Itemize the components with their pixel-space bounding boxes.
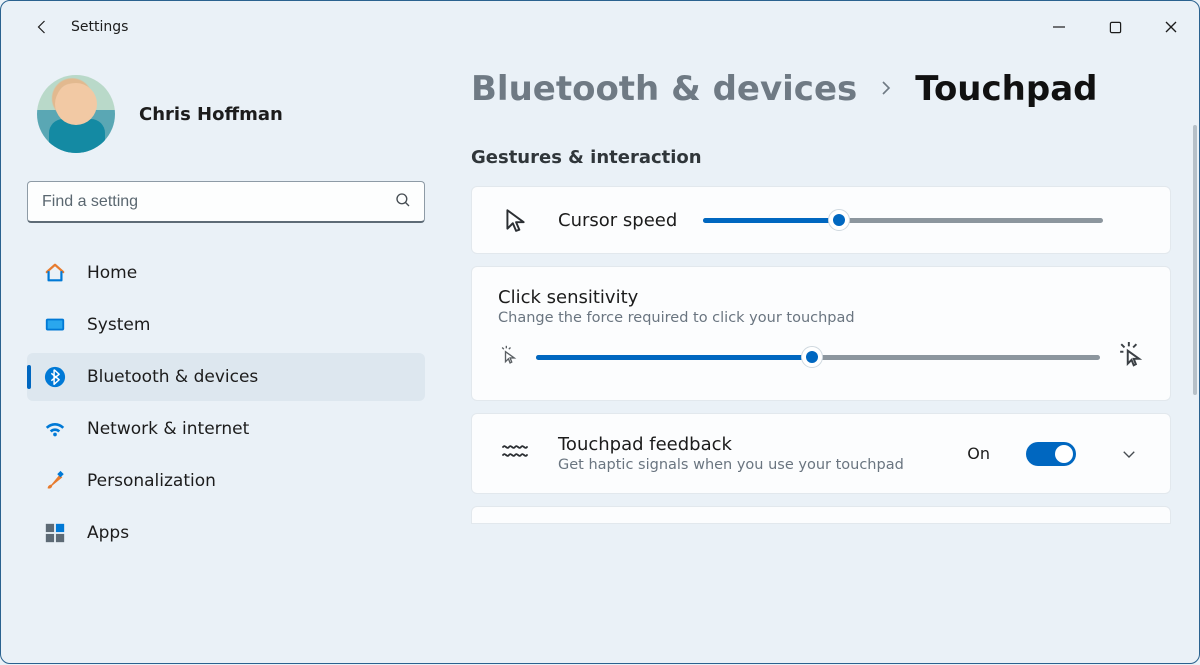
click-sensitivity-card: Click sensitivity Change the force requi…	[471, 266, 1171, 401]
nav-label: Bluetooth & devices	[87, 367, 258, 387]
system-icon	[43, 313, 67, 337]
nav-item-personalization[interactable]: Personalization	[27, 457, 425, 505]
nav-label: Home	[87, 263, 137, 283]
section-heading: Gestures & interaction	[471, 147, 1171, 168]
expand-button[interactable]	[1114, 445, 1144, 463]
heavy-click-icon	[1118, 342, 1144, 372]
bluetooth-icon	[43, 365, 67, 389]
app-title: Settings	[71, 19, 128, 35]
search-input[interactable]	[40, 192, 394, 212]
touchpad-feedback-toggle[interactable]	[1026, 442, 1076, 466]
wifi-icon	[43, 417, 67, 441]
maximize-button[interactable]	[1087, 1, 1143, 53]
nav-item-system[interactable]: System	[27, 301, 425, 349]
minimize-button[interactable]	[1031, 1, 1087, 53]
nav-label: Personalization	[87, 471, 216, 491]
breadcrumb: Bluetooth & devices Touchpad	[471, 69, 1171, 109]
chevron-right-icon	[877, 74, 895, 104]
cursor-speed-label: Cursor speed	[558, 210, 677, 231]
title-bar: Settings	[1, 1, 1199, 53]
nav-item-apps[interactable]: Apps	[27, 509, 425, 557]
close-button[interactable]	[1143, 1, 1199, 53]
touchpad-feedback-title: Touchpad feedback	[558, 434, 941, 455]
nav-label: System	[87, 315, 150, 335]
toggle-state-label: On	[967, 444, 990, 463]
click-sensitivity-slider[interactable]	[536, 347, 1100, 367]
cursor-icon	[498, 207, 532, 233]
paintbrush-icon	[43, 469, 67, 493]
sidebar: Chris Hoffman Home System	[1, 53, 441, 665]
apps-icon	[43, 521, 67, 545]
scrollbar[interactable]	[1193, 125, 1197, 395]
nav-label: Network & internet	[87, 419, 249, 439]
click-sensitivity-desc: Change the force required to click your …	[498, 310, 1144, 326]
nav-item-bluetooth-devices[interactable]: Bluetooth & devices	[27, 353, 425, 401]
next-card-peek	[471, 506, 1171, 524]
cursor-speed-card: Cursor speed	[471, 186, 1171, 254]
nav-item-home[interactable]: Home	[27, 249, 425, 297]
search-icon	[394, 191, 412, 213]
search-box[interactable]	[27, 181, 425, 223]
avatar	[37, 75, 115, 153]
nav-label: Apps	[87, 523, 129, 543]
light-click-icon	[498, 345, 518, 369]
profile-name: Chris Hoffman	[139, 104, 283, 125]
click-sensitivity-title: Click sensitivity	[498, 287, 1144, 308]
nav-list: Home System Bluetooth & devices Network …	[27, 249, 425, 557]
cursor-speed-slider[interactable]	[703, 210, 1103, 230]
content-area: Bluetooth & devices Touchpad Gestures & …	[441, 53, 1199, 665]
home-icon	[43, 261, 67, 285]
haptic-icon	[498, 443, 532, 465]
touchpad-feedback-card: Touchpad feedback Get haptic signals whe…	[471, 413, 1171, 494]
breadcrumb-parent[interactable]: Bluetooth & devices	[471, 69, 857, 109]
nav-item-network[interactable]: Network & internet	[27, 405, 425, 453]
back-button[interactable]	[21, 1, 65, 53]
breadcrumb-current: Touchpad	[915, 69, 1097, 109]
profile-block[interactable]: Chris Hoffman	[27, 75, 425, 153]
touchpad-feedback-desc: Get haptic signals when you use your tou…	[558, 457, 941, 473]
